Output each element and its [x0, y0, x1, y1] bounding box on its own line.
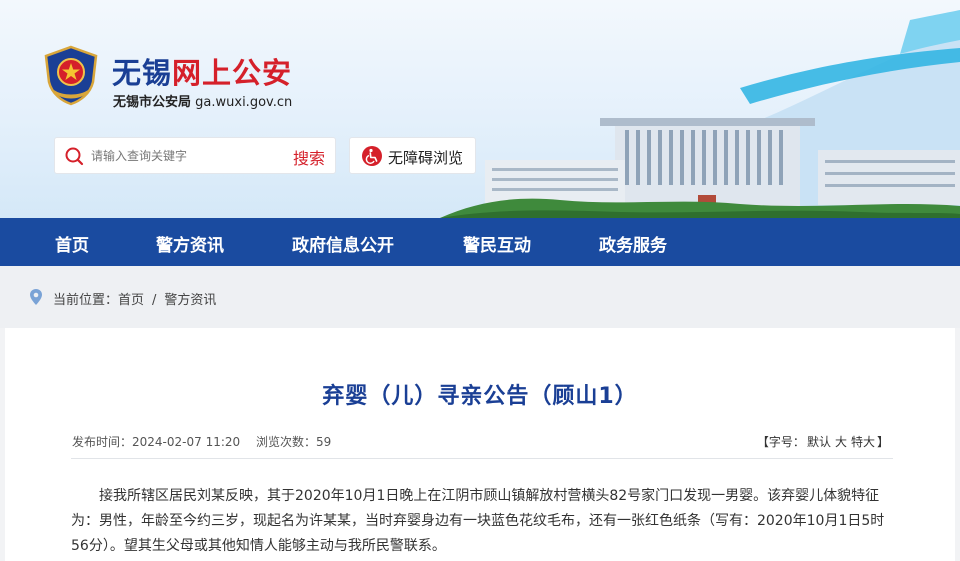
- publish-time-value: 2024-02-07 11:20: [132, 435, 241, 449]
- accessibility-label: 无障碍浏览: [388, 149, 464, 167]
- article-body: 接我所辖区居民刘某反映，其于2020年10月1日晚上在江阴市顾山镇解放村营横头8…: [71, 488, 885, 554]
- breadcrumb-prefix: 当前位置：: [53, 293, 119, 308]
- font-size-large[interactable]: 大: [835, 435, 847, 449]
- article-title: 弃婴（儿）寻亲公告（顾山1）: [322, 384, 638, 409]
- article-meta: 发布时间：2024-02-07 11:20 浏览次数：59: [72, 433, 343, 450]
- site-title-part2: 网上公安: [172, 56, 293, 90]
- main-nav: 首页 警方资讯 政府信息公开 警民互动 政务服务: [0, 218, 960, 266]
- nav-item-interaction[interactable]: 警民互动: [463, 231, 531, 256]
- font-size-suffix: 】: [876, 435, 889, 449]
- search-button[interactable]: 搜索: [293, 145, 325, 169]
- breadcrumb-trail: 当前位置：首页 / 警方资讯: [53, 289, 224, 308]
- police-emblem-icon: [44, 45, 98, 106]
- wheelchair-icon: [362, 146, 382, 166]
- nav-item-services[interactable]: 政务服务: [599, 231, 667, 256]
- site-org-name: 无锡市公安局: [113, 95, 192, 110]
- meta-divider: [71, 458, 893, 459]
- accessibility-button[interactable]: 无障碍浏览: [349, 137, 476, 174]
- site-title: 无锡网上公安: [112, 50, 292, 92]
- nav-item-police-news[interactable]: 警方资讯: [156, 231, 224, 256]
- publish-time-label: 发布时间：: [72, 435, 133, 449]
- views-count: 59: [316, 435, 332, 449]
- building-banner-image: [440, 10, 960, 218]
- search-box: 搜索: [54, 137, 336, 174]
- breadcrumb-home[interactable]: 首页: [118, 293, 144, 308]
- font-size-default[interactable]: 默认: [807, 435, 831, 449]
- font-size-xlarge[interactable]: 特大: [851, 435, 875, 449]
- views-label: 浏览次数：: [255, 435, 316, 449]
- site-subtitle: 无锡市公安局 ga.wuxi.gov.cn: [113, 91, 292, 110]
- location-pin-icon: [30, 289, 42, 305]
- search-input[interactable]: [91, 147, 271, 165]
- views-group: 浏览次数：59: [256, 435, 331, 449]
- article-panel: 弃婴（儿）寻亲公告（顾山1） 发布时间：2024-02-07 11:20 浏览次…: [5, 328, 955, 561]
- breadcrumb-separator: /: [152, 293, 157, 308]
- site-domain: ga.wuxi.gov.cn: [195, 95, 293, 110]
- site-header: 无锡网上公安 无锡市公安局 ga.wuxi.gov.cn 搜索 无障碍浏览: [0, 0, 960, 218]
- breadcrumb: 当前位置：首页 / 警方资讯: [0, 266, 960, 328]
- font-size-switcher: 【字号： 默认大特大】: [757, 433, 889, 450]
- breadcrumb-police-news[interactable]: 警方资讯: [164, 293, 216, 308]
- nav-item-home[interactable]: 首页: [55, 231, 89, 256]
- site-title-part1: 无锡: [112, 56, 173, 90]
- search-icon[interactable]: [64, 146, 84, 166]
- font-size-prefix: 【字号：: [756, 435, 805, 449]
- nav-item-gov-info[interactable]: 政府信息公开: [292, 231, 394, 256]
- publish-time-group: 发布时间：2024-02-07 11:20: [72, 435, 240, 449]
